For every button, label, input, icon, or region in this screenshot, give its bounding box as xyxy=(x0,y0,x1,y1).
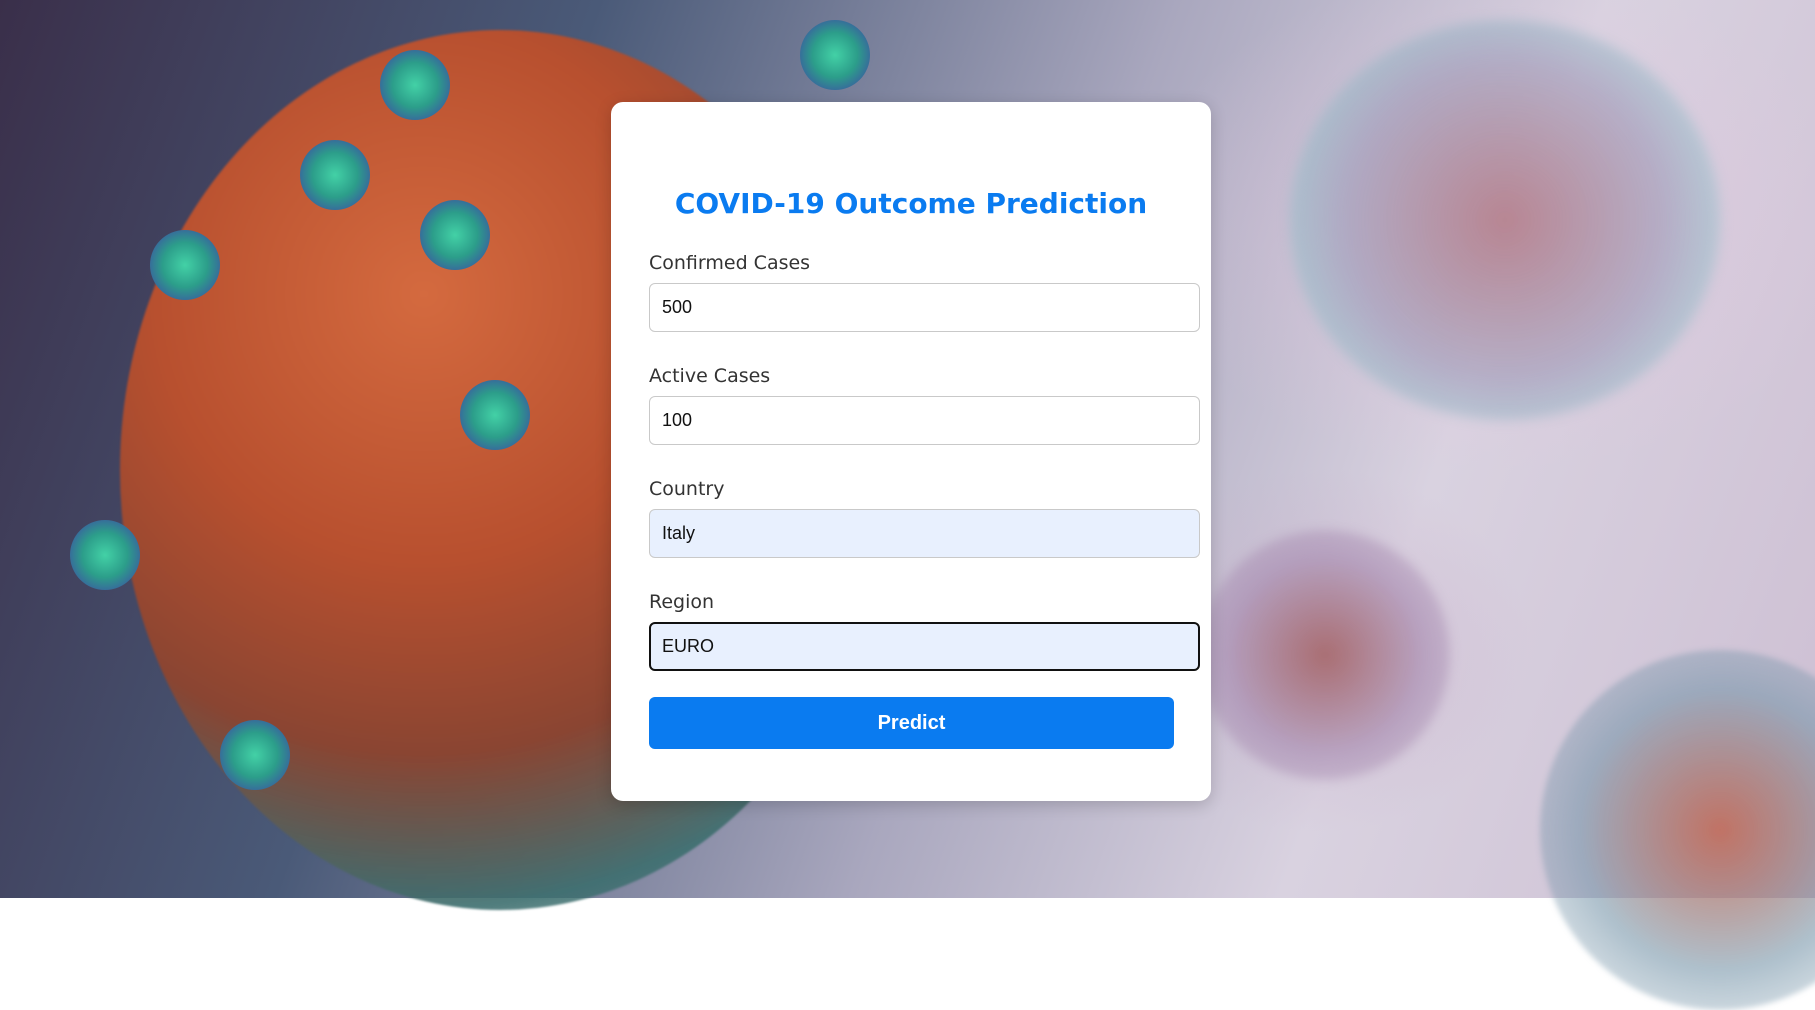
virus-spike-icon xyxy=(300,140,370,210)
confirmed-cases-field: Confirmed Cases xyxy=(649,249,1200,332)
coronavirus-blurred-illustration xyxy=(1540,650,1815,1010)
virus-spike-icon xyxy=(460,380,530,450)
confirmed-cases-input[interactable] xyxy=(649,283,1200,332)
confirmed-cases-label: Confirmed Cases xyxy=(649,252,811,274)
virus-spike-icon xyxy=(800,20,870,90)
coronavirus-blurred-illustration xyxy=(1200,530,1450,780)
country-label: Country xyxy=(649,478,725,500)
virus-spike-icon xyxy=(70,520,140,590)
active-cases-input[interactable] xyxy=(649,396,1200,445)
active-cases-field: Active Cases xyxy=(649,362,1200,445)
region-field: Region xyxy=(649,588,1200,671)
virus-spike-icon xyxy=(220,720,290,790)
country-field: Country xyxy=(649,475,1200,558)
virus-spike-icon xyxy=(380,50,450,120)
region-input[interactable] xyxy=(649,622,1200,671)
virus-spike-icon xyxy=(420,200,490,270)
form-title: COVID-19 Outcome Prediction xyxy=(674,187,1148,220)
active-cases-label: Active Cases xyxy=(649,365,771,387)
virus-spike-icon xyxy=(150,230,220,300)
region-label: Region xyxy=(649,591,715,613)
predict-button[interactable]: Predict xyxy=(649,697,1174,749)
prediction-form-card: COVID-19 Outcome Prediction Confirmed Ca… xyxy=(611,102,1211,801)
country-input[interactable] xyxy=(649,509,1200,558)
coronavirus-blurred-illustration xyxy=(1290,20,1720,420)
